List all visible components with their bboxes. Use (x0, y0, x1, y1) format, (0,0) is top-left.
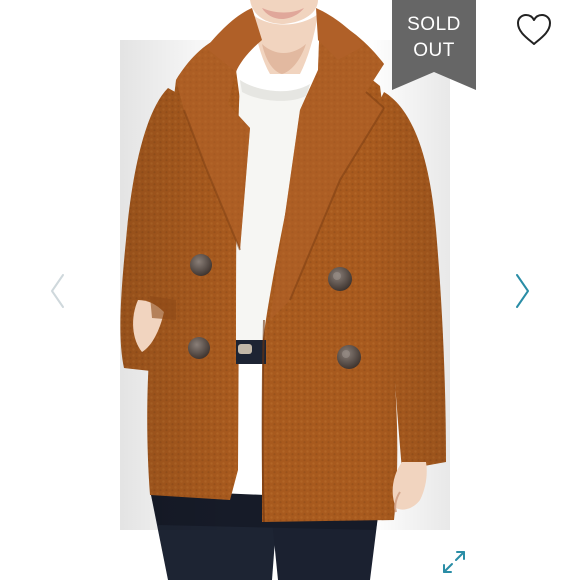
product-photo (0, 0, 580, 580)
sold-out-badge-line1: SOLD (407, 14, 461, 35)
previous-image-button[interactable] (44, 268, 72, 314)
product-image-viewer: SOLD OUT (0, 0, 580, 580)
next-image-button[interactable] (508, 268, 536, 314)
expand-image-button[interactable] (440, 548, 468, 576)
chevron-left-icon (51, 274, 64, 308)
heart-outline-icon (517, 14, 551, 45)
chevron-right-icon (516, 274, 529, 308)
sold-out-badge-line2: OUT (413, 40, 455, 61)
expand-arrows-icon (443, 551, 465, 573)
sold-out-badge: SOLD OUT (392, 0, 476, 90)
like-button[interactable] (513, 10, 555, 50)
